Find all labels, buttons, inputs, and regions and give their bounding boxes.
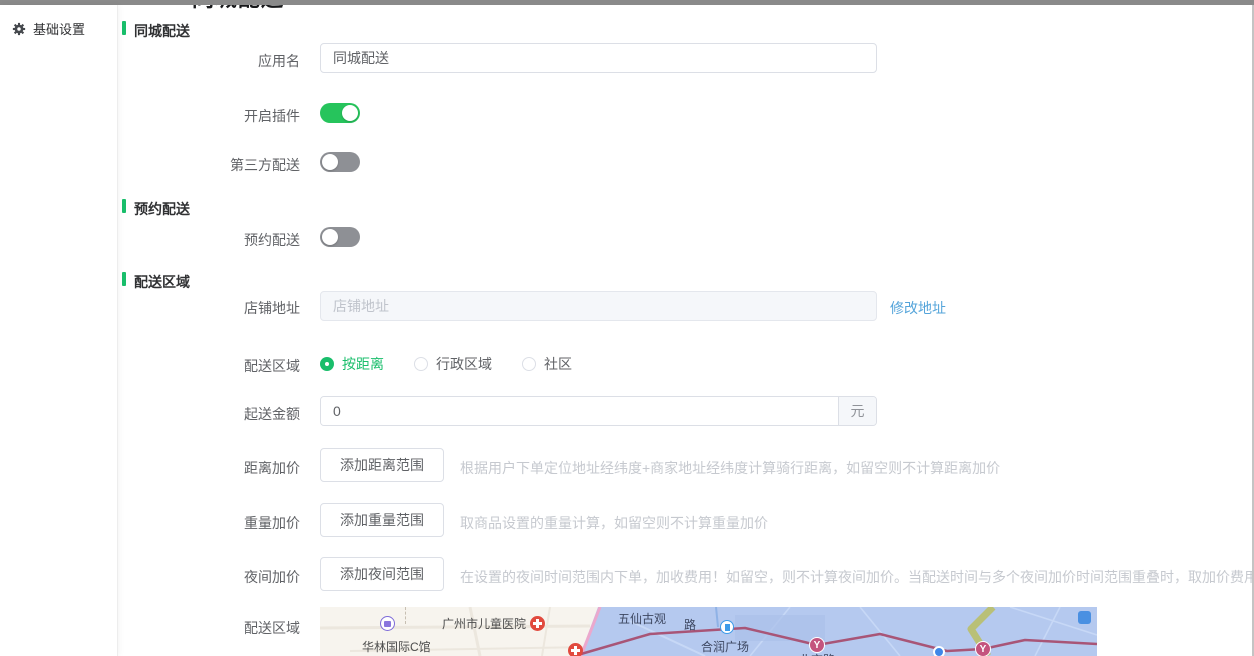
map-road-label: 北京路	[799, 651, 835, 656]
toggle-knob	[342, 105, 358, 121]
metro-station-icon: Y	[975, 641, 991, 656]
min-amount-group: 元	[320, 396, 877, 426]
area-type-label: 配送区域	[244, 358, 300, 374]
poi-dot-icon	[933, 646, 945, 656]
map-road-label: 路	[684, 618, 697, 632]
page-title-clip: 同城配送	[192, 5, 332, 9]
address-input	[320, 291, 877, 321]
night-fee-label: 夜间加价	[244, 569, 300, 585]
radio-label: 行政区域	[436, 356, 492, 372]
sidebar: 基础设置	[0, 5, 118, 656]
plugin-label: 开启插件	[244, 108, 300, 124]
add-night-range-button[interactable]: 添加夜间范围	[320, 557, 444, 591]
map-poi-label: 五仙古观	[618, 612, 667, 626]
map-poi-label: 广州市儿童医院	[442, 617, 527, 631]
section-title-city-delivery: 同城配送	[134, 23, 190, 39]
section-title-reserve-delivery: 预约配送	[134, 201, 190, 217]
address-label: 店铺地址	[244, 300, 300, 316]
map-poi-label: 合润广场	[701, 640, 750, 654]
top-bar	[0, 0, 1254, 5]
radio-community[interactable]: 社区	[522, 354, 572, 374]
radio-dot-icon	[522, 357, 536, 371]
radio-dot-icon	[414, 357, 428, 371]
section-accent-bar	[122, 272, 126, 286]
plaza-poi-icon	[720, 620, 734, 634]
reserve-label: 预约配送	[244, 232, 300, 248]
add-weight-range-button[interactable]: 添加重量范围	[320, 503, 444, 537]
gear-icon	[12, 22, 26, 35]
page-title: 同城配送	[192, 5, 332, 9]
reserve-toggle[interactable]	[320, 227, 360, 247]
section-accent-bar	[122, 199, 126, 213]
area-type-radio-group: 按距离 行政区域 社区	[320, 354, 602, 374]
radio-label: 按距离	[342, 356, 384, 372]
plugin-toggle[interactable]	[320, 103, 360, 123]
sidebar-item-basic-settings[interactable]: 基础设置	[0, 5, 117, 38]
third-party-label: 第三方配送	[230, 157, 300, 173]
section-accent-bar	[122, 21, 126, 35]
distance-fee-hint: 根据用户下单定位地址经纬度+商家地址经纬度计算骑行距离，如留空则不计算距离加价	[460, 460, 1001, 476]
hospital-cross-icon	[568, 643, 583, 656]
modify-address-link[interactable]: 修改地址	[890, 298, 946, 318]
radio-admin-region[interactable]: 行政区域	[414, 354, 492, 374]
min-amount-label: 起送金额	[244, 406, 300, 422]
mall-poi-icon	[380, 616, 395, 631]
radio-dot-icon	[320, 357, 334, 371]
settings-page: 同城配送 基础设置 同城配送 应用名 开启插件 第三方配送 预约配送 预约配送 …	[0, 0, 1254, 656]
night-fee-hint: 在设置的夜间时间范围内下单，加收费用！如留空，则不计算夜间加价。当配送时间与多个…	[460, 569, 1252, 585]
weight-fee-hint: 取商品设置的重量计算，如留空则不计算重量加价	[460, 515, 768, 531]
map-poi-label: 华林国际C馆	[362, 640, 431, 654]
app-name-input[interactable]	[320, 43, 877, 73]
map-area-label: 配送区域	[244, 620, 300, 636]
hospital-cross-icon	[530, 616, 545, 631]
third-party-toggle[interactable]	[320, 152, 360, 172]
radio-by-distance[interactable]: 按距离	[320, 354, 384, 374]
poi-square-icon	[1078, 611, 1091, 624]
radio-label: 社区	[544, 356, 572, 372]
weight-fee-label: 重量加价	[244, 515, 300, 531]
unit-suffix: 元	[838, 397, 876, 425]
toggle-knob	[322, 229, 338, 245]
distance-fee-label: 距离加价	[244, 460, 300, 476]
map-dashed-road	[405, 607, 406, 624]
app-name-label: 应用名	[258, 53, 300, 69]
section-title-delivery-area: 配送区域	[134, 274, 190, 290]
sidebar-item-label: 基础设置	[33, 22, 86, 37]
toggle-knob	[322, 154, 338, 170]
add-distance-range-button[interactable]: 添加距离范围	[320, 448, 444, 482]
min-amount-input[interactable]	[321, 397, 838, 425]
delivery-area-map[interactable]: 华林国际C馆 广州市儿童医院 五仙古观 路 合润广场 Y 北京路 Y	[320, 607, 1097, 656]
